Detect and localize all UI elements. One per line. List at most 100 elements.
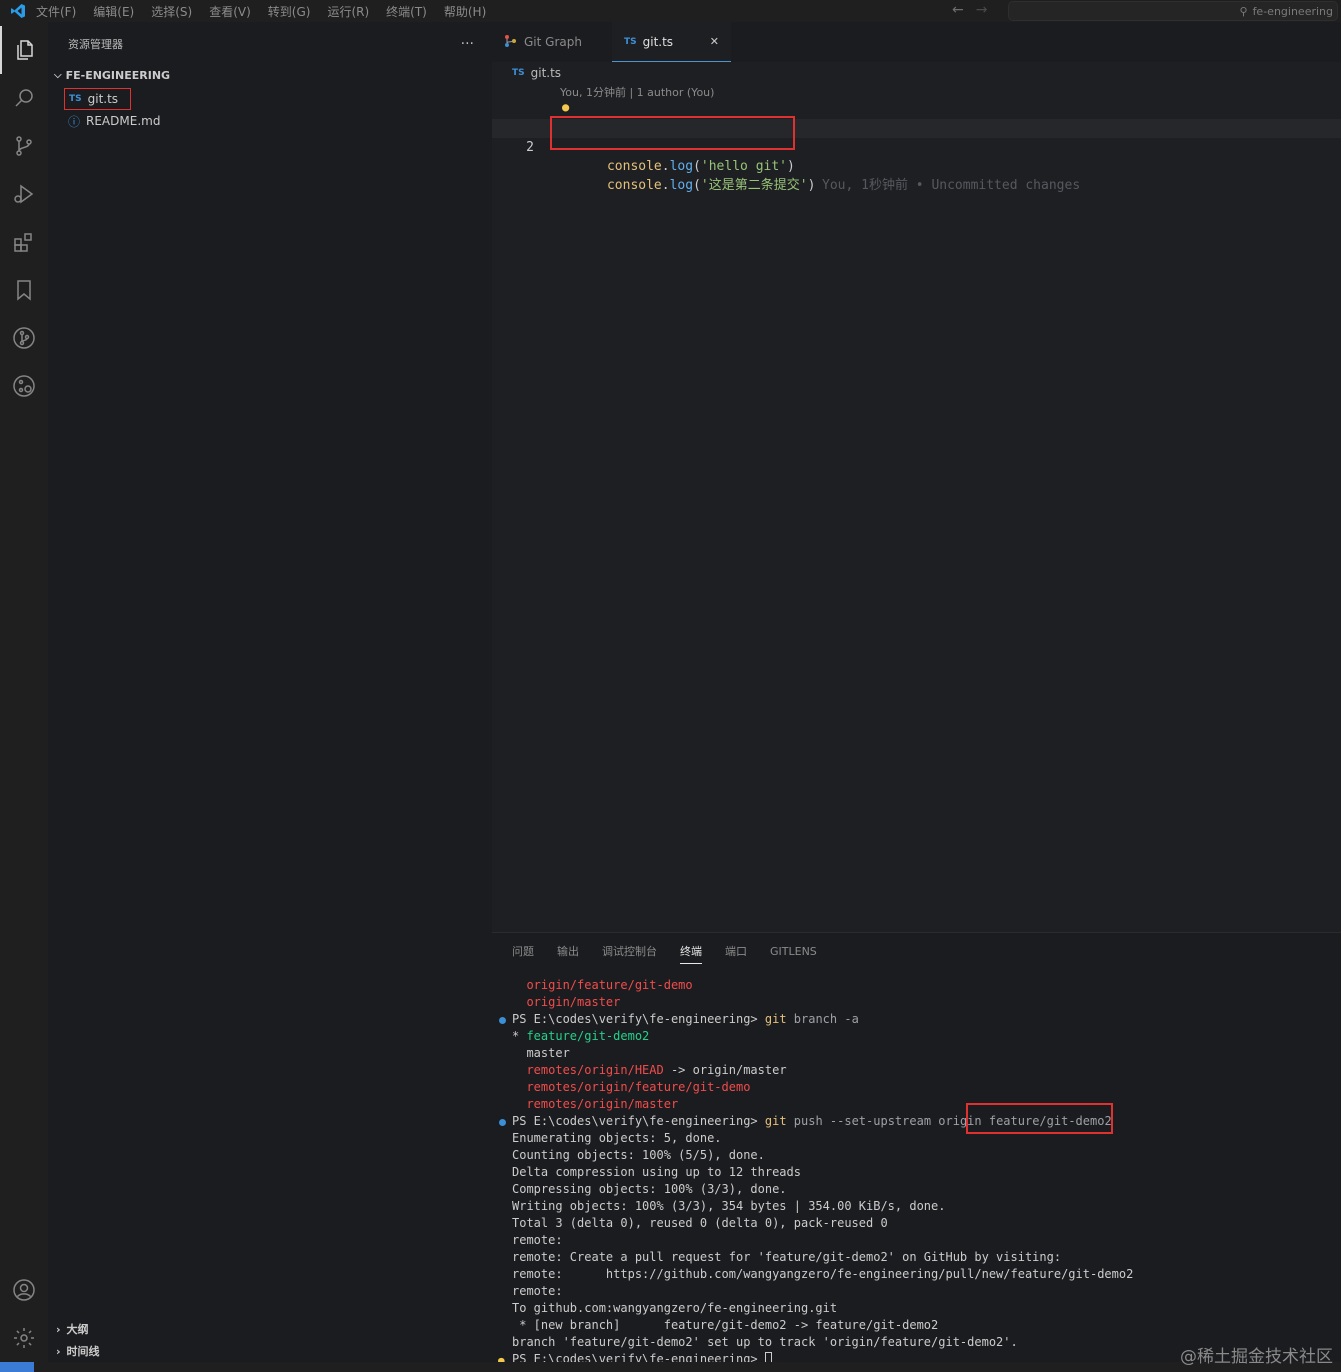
account-icon[interactable] [0,1266,48,1314]
tab-gitlens[interactable]: GITLENS [770,945,817,958]
lightbulb-icon[interactable]: ● [562,98,569,117]
tab-debug-console[interactable]: 调试控制台 [602,943,657,959]
gitlens-codelens[interactable]: You, 1分钟前 | 1 author (You) [560,84,714,100]
back-arrow-icon[interactable]: ← [952,2,964,18]
terminal-text: master [512,1045,569,1062]
menu-help[interactable]: 帮助(H) [444,3,486,20]
git-graph-tab-icon [504,34,518,51]
terminal-line: remote: Create a pull request for 'featu… [492,1249,1341,1266]
command-decoration-icon[interactable] [499,1017,506,1024]
tab-terminal[interactable]: 终端 [680,943,702,964]
search-icon[interactable] [0,74,48,122]
terminal-line: remotes/origin/master [492,1096,1341,1113]
command-center-search[interactable]: ⚲ fe-engineering [1008,1,1338,21]
terminal-line: Compressing objects: 100% (3/3), done. [492,1181,1341,1198]
run-debug-icon[interactable] [0,170,48,218]
terminal-text: Counting objects: 100% (5/5), done. [512,1147,765,1164]
terminal-text: remote: [512,1232,563,1249]
tab-problems[interactable]: 问题 [512,943,534,959]
close-tab-icon[interactable]: ✕ [710,35,719,48]
terminal-text: Writing objects: 100% (3/3), 354 bytes |… [512,1198,945,1215]
panel-tabs: 问题 输出 调试控制台 终端 端口 GITLENS [492,933,1341,969]
forward-arrow-icon[interactable]: → [976,2,988,18]
command-decoration-icon[interactable] [499,1119,506,1126]
terminal-line: To github.com:wangyangzero/fe-engineerin… [492,1300,1341,1317]
menu-go[interactable]: 转到(G) [268,3,311,20]
extensions-icon[interactable] [0,218,48,266]
terminal-line: PS E:\codes\verify\fe-engineering> git p… [492,1113,1341,1130]
file-git-ts[interactable]: TS git.ts [48,88,492,110]
terminal-prompt: PS E:\codes\verify\fe-engineering> [512,1114,765,1128]
chevron-right-icon: › [56,1344,61,1358]
terminal-output: origin/master [512,995,621,1009]
file-readme-md[interactable]: ⓘ README.md [48,110,492,132]
terminal-output: remotes/origin/master [512,1097,679,1111]
token-punctuation: ) [807,178,816,193]
sidebar-header: 资源管理器 ··· [48,22,492,66]
terminal-prompt: PS E:\codes\verify\fe-engineering> [512,1012,765,1026]
settings-gear-icon[interactable] [0,1314,48,1362]
menu-selection[interactable]: 选择(S) [151,3,192,20]
terminal-text: To github.com:wangyangzero/fe-engineerin… [512,1300,837,1317]
file-name: README.md [86,114,161,128]
explorer-icon[interactable] [0,26,48,74]
terminal-text: * [new branch] feature/git-demo2 -> feat… [512,1317,938,1334]
source-control-icon[interactable] [0,122,48,170]
outline-section[interactable]: › 大纲 [48,1318,89,1340]
terminal-line: origin/master [492,994,1341,1011]
git-graph-icon[interactable] [0,314,48,362]
terminal-line: Total 3 (delta 0), reused 0 (delta 0), p… [492,1215,1341,1232]
more-actions-icon[interactable]: ··· [461,36,474,52]
menu-terminal[interactable]: 终端(T) [386,3,427,20]
token-punctuation: . [661,178,670,193]
terminal-marker: * [512,1029,527,1043]
line-number: 2 [526,140,534,155]
workspace-folder[interactable]: ⌵ FE-ENGINEERING [48,66,492,84]
breadcrumb-file[interactable]: git.ts [531,66,561,80]
terminal-line: Enumerating objects: 5, done. [492,1130,1341,1147]
workspace-folder-label: FE-ENGINEERING [65,68,171,82]
menu-file[interactable]: 文件(F) [36,3,76,20]
tab-git-graph[interactable]: Git Graph [492,22,612,62]
terminal-output: Enumerating objects: 5, done. [512,1131,722,1145]
sidebar-title: 资源管理器 [68,38,123,51]
activity-bar [0,22,48,1362]
title-bar: 文件(F) 编辑(E) 选择(S) 查看(V) 转到(G) 运行(R) 终端(T… [0,0,1341,22]
editor-tabs: Git Graph TS git.ts ✕ [492,22,1341,62]
terminal-output: * [new branch] feature/git-demo2 -> feat… [512,1318,939,1332]
terminal-output: Total 3 (delta 0), reused 0 (delta 0), p… [512,1216,888,1230]
terminal-text: origin/master [512,994,620,1011]
gitlens-icon[interactable] [0,362,48,410]
menu-view[interactable]: 查看(V) [209,3,251,20]
tab-ports[interactable]: 端口 [725,943,747,959]
terminal-text: remotes/origin/master [512,1096,678,1113]
terminal-line: Delta compression using up to 12 threads [492,1164,1341,1181]
terminal-output: Writing objects: 100% (3/3), 354 bytes |… [512,1199,946,1213]
terminal-line: remotes/origin/HEAD -> origin/master [492,1062,1341,1079]
menu-run[interactable]: 运行(R) [327,3,369,20]
highlight-box [966,1103,1113,1134]
menu-edit[interactable]: 编辑(E) [93,3,134,20]
workspace-name: fe-engineering [1252,4,1333,18]
terminal-output: remote: https://github.com/wangyangzero/… [512,1267,1134,1281]
typescript-file-icon: TS [69,94,82,104]
status-bar [0,1362,1341,1372]
terminal-text: remote: [512,1283,563,1300]
info-file-icon: ⓘ [68,114,81,129]
terminal-line: master [492,1045,1341,1062]
file-name: git.ts [87,92,119,106]
tab-git-ts[interactable]: TS git.ts ✕ [612,22,731,62]
terminal-output: remotes/origin/HEAD [512,1063,664,1077]
terminal-output: remote: [512,1233,563,1247]
breadcrumb: TS git.ts [492,62,1341,84]
terminal-line: origin/feature/git-demo [492,977,1341,994]
tab-output[interactable]: 输出 [557,943,579,959]
token-function: log [669,178,694,193]
timeline-section[interactable]: › 时间线 [48,1340,100,1362]
terminal-text: Enumerating objects: 5, done. [512,1130,722,1147]
bookmarks-icon[interactable] [0,266,48,314]
chevron-down-icon: ⌵ [54,69,62,81]
terminal-output: branch 'feature/git-demo2' set up to tra… [512,1335,1018,1349]
typescript-file-icon: TS [624,36,637,47]
remote-indicator[interactable] [0,1362,34,1372]
